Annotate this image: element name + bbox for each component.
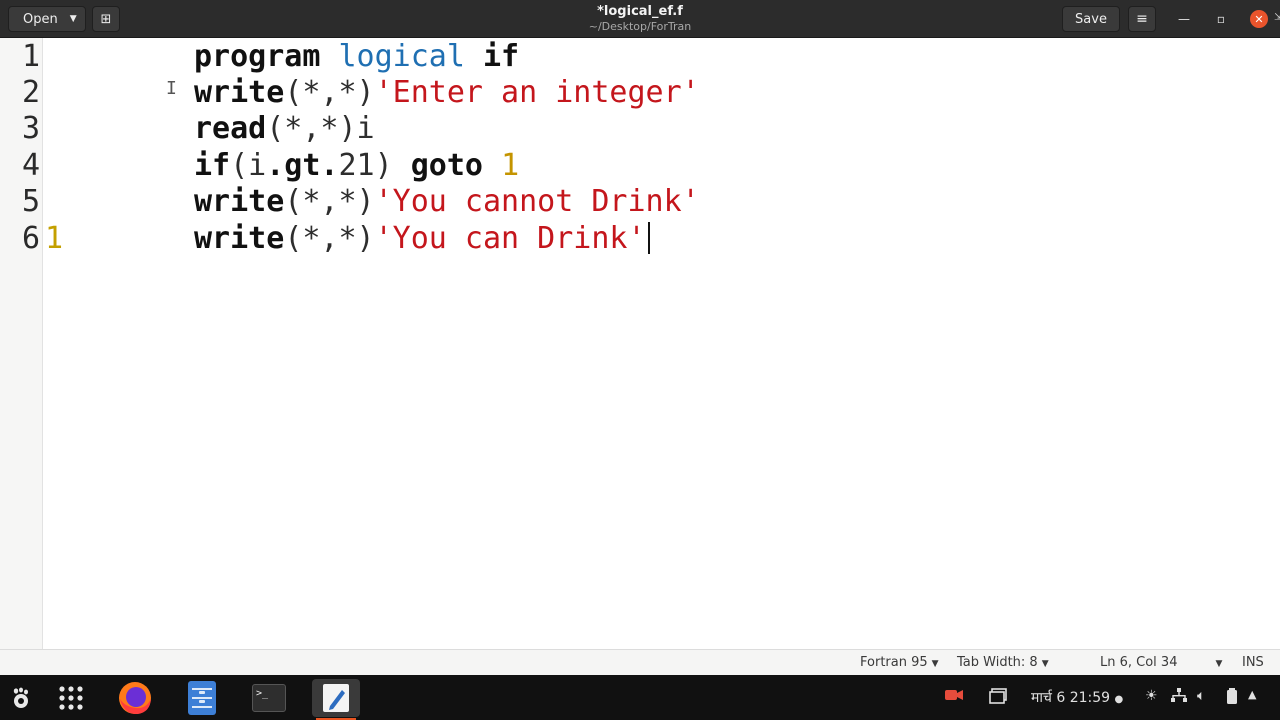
brightness-icon[interactable]: ☀ (1145, 688, 1158, 704)
code-args: (*,*) (284, 221, 375, 256)
tab-width-label: Tab Width: 8 (957, 655, 1038, 670)
cursor-position-label: Ln 6, Col 34 (1100, 655, 1178, 670)
battery-icon[interactable] (1225, 688, 1239, 708)
line-number: 5 (21, 184, 40, 219)
terminal-glyph: >_ (252, 684, 286, 712)
volume-icon[interactable]: 🔈︎ (1197, 688, 1205, 704)
gnome-activities-icon[interactable] (0, 679, 42, 717)
code-text: (i (230, 148, 267, 183)
status-bar: Fortran 95 ▼ Tab Width: 8 ▼ Ln 6, Col 34 ▼ … (0, 649, 1280, 675)
line-number: 2 (21, 75, 40, 110)
code-editor[interactable]: I program logical if write(*,*)'Enter an… (44, 38, 1280, 649)
system-menu-caret-icon[interactable]: ▲ (1248, 688, 1256, 701)
code-line-2[interactable]: write(*,*)'Enter an integer' (194, 75, 700, 111)
window-subtitle: ~/Desktop/ForTran (588, 20, 692, 33)
maximize-button[interactable]: ▫ (1212, 10, 1230, 28)
identifier: logical (338, 39, 465, 74)
keyword: program (194, 39, 321, 74)
keyword: write (194, 184, 285, 219)
code-line-4[interactable]: if(i.gt.21) goto 1 (194, 148, 519, 184)
line-number: 3 (21, 111, 40, 146)
operator: .gt. (266, 148, 339, 183)
text-editor-icon[interactable] (312, 679, 360, 720)
code-line-5[interactable]: write(*,*)'You cannot Drink' (194, 184, 700, 220)
new-document-button[interactable]: ⊞ (92, 6, 120, 32)
line-number: 6 (21, 221, 40, 256)
keyword: if (483, 39, 520, 74)
language-label: Fortran 95 (860, 655, 928, 670)
open-button-label: Open (23, 11, 58, 27)
save-button[interactable]: Save (1062, 6, 1120, 32)
text-cursor (647, 222, 650, 254)
minimize-button[interactable]: — (1175, 10, 1193, 28)
keyword: if (194, 148, 231, 183)
date-time-label: मार्च 6 21:59 (1031, 690, 1111, 706)
cursor-position[interactable]: Ln 6, Col 34 ▼ (1100, 655, 1222, 670)
code-args: (*,*)i (266, 111, 375, 146)
window-switcher-icon[interactable] (989, 688, 1007, 708)
new-tab-icon: ⊞ (100, 11, 112, 27)
firefox-icon[interactable] (111, 679, 159, 717)
taskbar: >_ मार्च 6 21:59 ● ☀ 🔈︎ ▲ (0, 675, 1280, 720)
code-line-1[interactable]: program logical if (194, 39, 519, 75)
close-button[interactable]: ✕ (1250, 10, 1268, 28)
insert-mode[interactable]: INS (1242, 655, 1264, 670)
keyword: goto (410, 148, 483, 183)
string-literal: 'You cannot Drink' (374, 184, 700, 219)
show-applications-icon[interactable] (47, 679, 95, 717)
chevron-down-icon: ▼ (1041, 659, 1049, 669)
header-bar: Open ▼ ⊞ *logical_ef.f ~/Desktop/ForTran… (0, 0, 1280, 38)
window-title: *logical_ef.f (597, 4, 683, 19)
keyword: write (194, 221, 285, 256)
screen-edge-icon: ⇲ (1274, 12, 1280, 23)
string-literal: 'Enter an integer' (374, 75, 700, 110)
files-icon[interactable] (178, 679, 226, 717)
code-text: 21) (338, 148, 393, 183)
code-args: (*,*) (284, 184, 375, 219)
keyword: read (194, 111, 267, 146)
open-button[interactable]: Open ▼ (8, 6, 86, 32)
code-line-3[interactable]: read(*,*)i (194, 111, 375, 147)
chevron-down-icon: ▼ (1215, 659, 1223, 669)
screen-recorder-icon[interactable] (944, 688, 964, 706)
hamburger-menu-button[interactable]: ≡ (1128, 6, 1156, 32)
string-literal: 'You can Drink' (374, 221, 646, 256)
line-number: 1 (21, 39, 40, 74)
tab-width-selector[interactable]: Tab Width: 8 ▼ (957, 655, 1049, 670)
mouse-ibeam-icon: I (166, 78, 177, 99)
statement-label: 1 (45, 221, 64, 256)
code-args: (*,*) (284, 75, 375, 110)
number-literal: 1 (501, 148, 520, 183)
terminal-icon[interactable]: >_ (245, 679, 293, 717)
chevron-down-icon: ▼ (69, 14, 77, 24)
keyword: write (194, 75, 285, 110)
chevron-down-icon: ▼ (931, 659, 939, 669)
code-line-6[interactable]: write(*,*)'You can Drink' (194, 221, 650, 257)
network-icon[interactable] (1171, 688, 1187, 706)
language-selector[interactable]: Fortran 95 ▼ (860, 655, 939, 670)
hamburger-icon: ≡ (1136, 11, 1148, 27)
line-number: 4 (21, 148, 40, 183)
notification-dot-icon: ● (1114, 694, 1124, 705)
line-number-gutter: 1 2 3 4 5 6 (0, 38, 43, 649)
window-title-area: *logical_ef.f ~/Desktop/ForTran (500, 4, 780, 33)
clock[interactable]: मार्च 6 21:59 ● (1031, 688, 1123, 707)
